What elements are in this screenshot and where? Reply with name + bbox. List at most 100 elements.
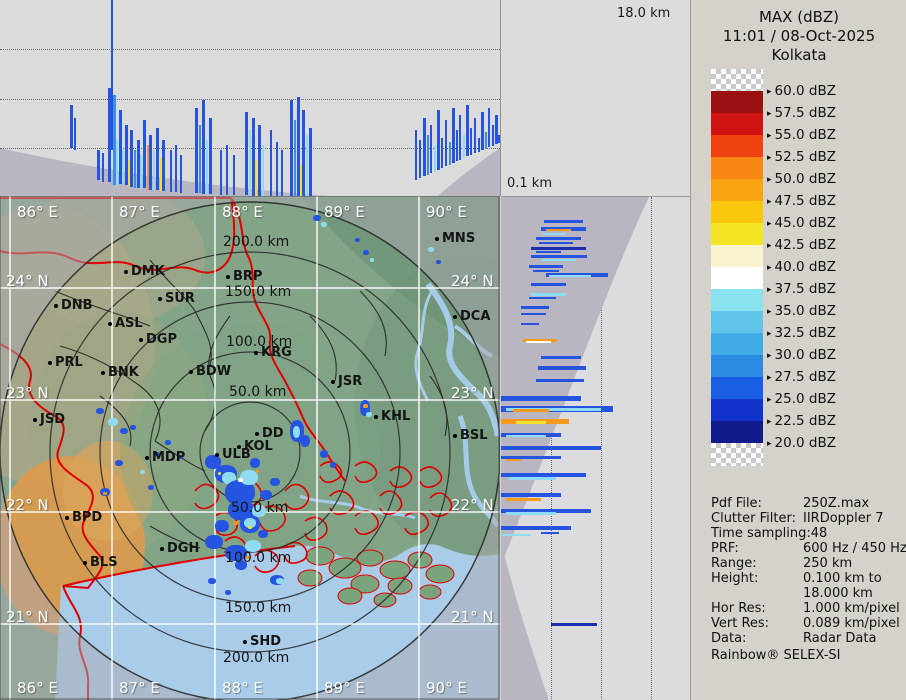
profile-echo (506, 512, 556, 515)
scale-label: 45.0 dBZ (767, 215, 836, 231)
range-ring-label: 50.0 km (231, 502, 288, 515)
metadata-key: Hor Res: (711, 601, 766, 616)
profile-echo (434, 145, 436, 172)
profile-echo (175, 145, 177, 192)
range-ring-label: 200.0 km (223, 236, 289, 249)
profile-echo (501, 446, 601, 450)
profile-echo (544, 220, 583, 223)
radar-echo (225, 590, 231, 595)
product-title: MAX (dBZ) (691, 8, 906, 26)
radar-echo (258, 530, 268, 538)
grid-label: 89° E (324, 682, 365, 695)
profile-echo (249, 130, 251, 195)
grid-label: 23° N (6, 387, 49, 400)
scale-band (711, 267, 763, 290)
grid-label: 22° N (451, 499, 494, 512)
profile-echo (529, 265, 563, 268)
radar-echo (115, 460, 123, 466)
profile-echo (481, 112, 484, 150)
profile-echo (209, 118, 212, 194)
profile-echo (536, 379, 584, 382)
scale-label: 27.5 dBZ (767, 369, 836, 385)
radar-echo (208, 578, 216, 584)
station-dot (54, 304, 58, 308)
scale-band (711, 91, 763, 114)
profile-echo (506, 435, 546, 437)
profile-echo (546, 229, 571, 231)
radar-echo (120, 428, 128, 434)
profile-echo (423, 118, 426, 176)
radar-echo (260, 490, 272, 500)
profile-echo (419, 140, 421, 178)
station-label: BLS (83, 557, 118, 568)
profile-echo (140, 155, 142, 189)
station-dot (139, 338, 143, 342)
height-gridline (0, 49, 500, 50)
station-dot (331, 380, 335, 384)
profile-echo (516, 421, 546, 424)
scale-band (711, 201, 763, 224)
metadata-key: Data: (711, 631, 746, 646)
radar-echo (276, 578, 284, 584)
scale-band (711, 245, 763, 268)
profile-echo (531, 247, 586, 250)
profile-echo (521, 306, 549, 309)
profile-echo (226, 145, 228, 195)
metadata-key: Height: (711, 571, 758, 586)
station-label: DMK (124, 266, 165, 277)
station-dot (453, 315, 457, 319)
radar-echo (148, 485, 154, 490)
scale-band (711, 289, 763, 312)
metadata-key: Clutter Filter: (711, 511, 796, 526)
profile-echo (459, 115, 461, 160)
metadata-key: PRF: (711, 541, 739, 556)
scale-label: 30.0 dBZ (767, 347, 836, 363)
station-label: JSD (33, 414, 65, 425)
grid-label: 22° N (6, 499, 49, 512)
scale-label: 37.5 dBZ (767, 281, 836, 297)
range-ring-label: 150.0 km (225, 602, 291, 615)
radar-echo (250, 458, 260, 468)
legend-panel: MAX (dBZ) 11:01 / 08-Oct-2025 Kolkata 60… (690, 0, 906, 700)
station-dot (101, 371, 105, 375)
station-label: KHL (374, 411, 410, 422)
station-label: KRG (254, 347, 292, 358)
grid-label: 86° E (17, 682, 58, 695)
profile-echo (449, 142, 451, 165)
scale-label: 22.5 dBZ (767, 413, 836, 429)
radar-echo (366, 412, 372, 417)
profile-echo (180, 155, 182, 193)
station-label: DGP (139, 334, 177, 345)
scale-band (711, 421, 763, 444)
metadata-key: Pdf File: (711, 496, 762, 511)
grid-label: 87° E (119, 206, 160, 219)
radar-map-panel: 86° E87° E88° E89° E90° E86° E87° E88° E… (0, 196, 500, 700)
station-dot (124, 270, 128, 274)
radar-echo (370, 258, 374, 262)
height-axis-max-label: 18.0 km (617, 6, 670, 21)
profile-echo (498, 135, 500, 143)
side-height-profile-panel (501, 196, 690, 700)
radar-echo (363, 250, 369, 255)
profile-echo (551, 623, 597, 626)
profile-echo (270, 130, 272, 196)
profile-echo (445, 120, 447, 166)
profile-echo (456, 130, 458, 161)
grid-label: 88° E (222, 206, 263, 219)
station-label: SUR (158, 293, 195, 304)
grid-label: 87° E (119, 682, 160, 695)
scale-label: 57.5 dBZ (767, 105, 836, 121)
metadata-value: 250 km (803, 556, 852, 571)
scale-label: 32.5 dBZ (767, 325, 836, 341)
grid-label: 88° E (222, 682, 263, 695)
profile-echo (521, 313, 546, 315)
profile-echo (415, 130, 417, 180)
profile-echo (220, 150, 222, 195)
range-ring-label: 50.0 km (229, 386, 286, 399)
grid-label: 21° N (6, 611, 49, 624)
profile-echo (294, 120, 296, 196)
profile-echo (492, 125, 494, 146)
profile-echo (501, 526, 571, 530)
station-label: BRP (226, 271, 262, 282)
scale-band-checker (711, 443, 763, 466)
